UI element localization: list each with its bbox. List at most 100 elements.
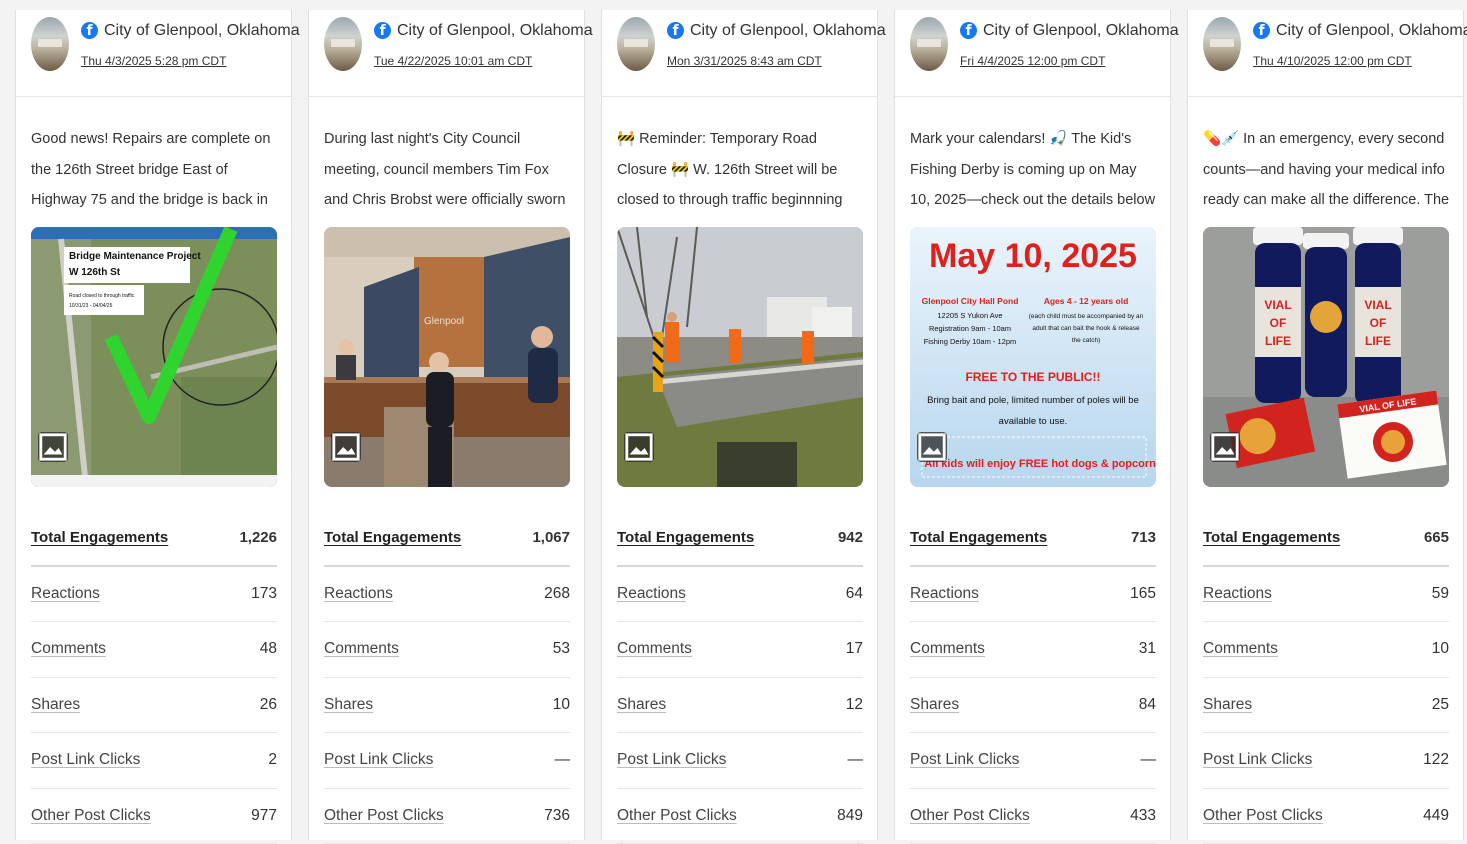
- post-date-link[interactable]: Fri 4/4/2025 12:00 pm CDT: [960, 54, 1105, 68]
- stat-post-link-clicks: Post Link Clicks2: [31, 733, 277, 789]
- author-name[interactable]: City of Glenpool, Oklahoma: [690, 22, 886, 40]
- author-name[interactable]: City of Glenpool, Oklahoma: [983, 22, 1179, 40]
- stat-total-engagements: Total Engagements942: [617, 510, 863, 567]
- image-label: 10/31/23 - 04/04/25: [69, 303, 113, 309]
- stat-value: —: [1141, 751, 1157, 769]
- stat-label[interactable]: Other Post Clicks: [1203, 807, 1323, 825]
- post-card[interactable]: f City of Glenpool, Oklahoma Tue 4/22/20…: [308, 10, 585, 840]
- post-image[interactable]: Glenpool: [324, 227, 570, 487]
- stat-label[interactable]: Post Link Clicks: [910, 751, 1019, 769]
- post-header: f City of Glenpool, Oklahoma Thu 4/3/202…: [16, 10, 291, 97]
- image-label: OF: [1370, 316, 1387, 330]
- stat-value: 17: [846, 640, 863, 658]
- stat-post-link-clicks: Post Link Clicks 122: [1203, 733, 1449, 789]
- facebook-icon: f: [960, 22, 977, 39]
- stat-label[interactable]: Post Link Clicks: [324, 751, 433, 769]
- stat-comments: Comments 53: [324, 622, 570, 678]
- author-name[interactable]: City of Glenpool, Oklahoma: [1276, 22, 1467, 40]
- post-date-link[interactable]: Tue 4/22/2025 10:01 am CDT: [374, 54, 532, 68]
- image-label: Ages 4 - 12 years old: [1044, 296, 1129, 306]
- stat-label[interactable]: Reactions: [1203, 585, 1272, 603]
- stat-label[interactable]: Shares: [617, 696, 666, 714]
- stat-label[interactable]: Reactions: [617, 585, 686, 603]
- stat-label[interactable]: Total Engagements: [324, 529, 461, 546]
- post-card-grid: f City of Glenpool, Oklahoma Thu 4/3/202…: [15, 10, 1464, 840]
- stat-label[interactable]: Post Link Clicks: [617, 751, 726, 769]
- stat-label[interactable]: Other Post Clicks: [910, 807, 1030, 825]
- stat-label[interactable]: Reactions: [324, 585, 393, 603]
- post-image[interactable]: VIAL OF LIFE VIAL OF LIFE VIAL OF LIFE: [1203, 227, 1449, 487]
- post-header: f City of Glenpool, Oklahoma Tue 4/22/20…: [309, 10, 584, 97]
- stat-label[interactable]: Comments: [324, 640, 399, 658]
- stat-label[interactable]: Post Link Clicks: [1203, 751, 1312, 769]
- post-date-link[interactable]: Thu 4/3/2025 5:28 pm CDT: [81, 54, 226, 68]
- stat-label[interactable]: Comments: [31, 640, 106, 658]
- engagement-stats: Total Engagements713 Reactions165 Commen…: [910, 510, 1156, 844]
- stat-label[interactable]: Comments: [910, 640, 985, 658]
- stat-label[interactable]: Other Post Clicks: [617, 807, 737, 825]
- stat-shares: Shares26: [31, 678, 277, 734]
- stat-value: 53: [553, 640, 570, 658]
- post-text: During last night's City Council meeting…: [324, 124, 574, 216]
- stat-value: 1,226: [239, 529, 277, 546]
- post-image[interactable]: Bridge Maintenance Project W 126th St Ro…: [31, 227, 277, 487]
- stat-reactions: Reactions64: [617, 567, 863, 623]
- author-name[interactable]: City of Glenpool, Oklahoma: [104, 22, 300, 40]
- image-icon: [1210, 432, 1240, 462]
- avatar[interactable]: [910, 17, 948, 71]
- post-card[interactable]: f City of Glenpool, Oklahoma Thu 4/3/202…: [15, 10, 292, 840]
- stat-label[interactable]: Total Engagements: [617, 529, 754, 546]
- post-card[interactable]: f City of Glenpool, Oklahoma Thu 4/10/20…: [1187, 10, 1464, 840]
- stat-label[interactable]: Other Post Clicks: [31, 807, 151, 825]
- post-image[interactable]: [617, 227, 863, 487]
- facebook-icon: f: [374, 22, 391, 39]
- image-label: May 10, 2025: [929, 237, 1137, 275]
- stat-comments: Comments48: [31, 622, 277, 678]
- stat-value: 25: [1432, 696, 1449, 714]
- stat-label[interactable]: Shares: [324, 696, 373, 714]
- post-date-link[interactable]: Thu 4/10/2025 12:00 pm CDT: [1253, 54, 1412, 68]
- stat-other-post-clicks: Other Post Clicks 433: [910, 789, 1156, 844]
- post-image[interactable]: May 10, 2025 Glenpool City Hall Pond 122…: [910, 227, 1156, 487]
- stat-label[interactable]: Post Link Clicks: [31, 751, 140, 769]
- image-label: FREE TO THE PUBLIC!!: [965, 370, 1100, 384]
- stat-label[interactable]: Reactions: [31, 585, 100, 603]
- stat-label[interactable]: Comments: [617, 640, 692, 658]
- stat-value: 433: [1130, 807, 1156, 825]
- image-label: available to use.: [999, 416, 1068, 427]
- avatar[interactable]: [31, 17, 69, 71]
- stat-post-link-clicks: Post Link Clicks —: [910, 733, 1156, 789]
- stat-comments: Comments 17: [617, 622, 863, 678]
- stat-total-engagements: Total Engagements1,067: [324, 510, 570, 567]
- image-label: VIAL: [1364, 298, 1391, 312]
- engagement-stats: Total Engagements942 Reactions64 Comment…: [617, 510, 863, 844]
- stat-label[interactable]: Shares: [910, 696, 959, 714]
- avatar[interactable]: [324, 17, 362, 71]
- avatar[interactable]: [617, 17, 655, 71]
- stat-label[interactable]: Total Engagements: [31, 529, 168, 546]
- stat-value: 736: [544, 807, 570, 825]
- stat-label[interactable]: Other Post Clicks: [324, 807, 444, 825]
- stat-label[interactable]: Shares: [1203, 696, 1252, 714]
- image-label: OF: [1270, 316, 1287, 330]
- stat-label[interactable]: Total Engagements: [910, 529, 1047, 546]
- author-name[interactable]: City of Glenpool, Oklahoma: [397, 22, 593, 40]
- stat-value: 84: [1139, 696, 1156, 714]
- stat-label[interactable]: Comments: [1203, 640, 1278, 658]
- stat-label[interactable]: Total Engagements: [1203, 529, 1340, 546]
- post-text: Good news! Repairs are complete on the 1…: [31, 124, 281, 216]
- stat-value: 122: [1423, 751, 1449, 769]
- image-label: Bring bait and pole, limited number of p…: [927, 395, 1139, 406]
- image-label: 12205 S Yukon Ave: [937, 311, 1002, 320]
- post-card[interactable]: f City of Glenpool, Oklahoma Fri 4/4/202…: [894, 10, 1171, 840]
- stat-value: 10: [1432, 640, 1449, 658]
- facebook-icon: f: [1253, 22, 1270, 39]
- stat-label[interactable]: Shares: [31, 696, 80, 714]
- stat-label[interactable]: Reactions: [910, 585, 979, 603]
- image-label: Glenpool City Hall Pond: [922, 296, 1019, 306]
- post-card[interactable]: f City of Glenpool, Oklahoma Mon 3/31/20…: [601, 10, 878, 840]
- avatar[interactable]: [1203, 17, 1241, 71]
- stat-total-engagements: Total Engagements 1,226: [31, 510, 277, 567]
- post-date-link[interactable]: Mon 3/31/2025 8:43 am CDT: [667, 54, 822, 68]
- stat-reactions: Reactions165: [910, 567, 1156, 623]
